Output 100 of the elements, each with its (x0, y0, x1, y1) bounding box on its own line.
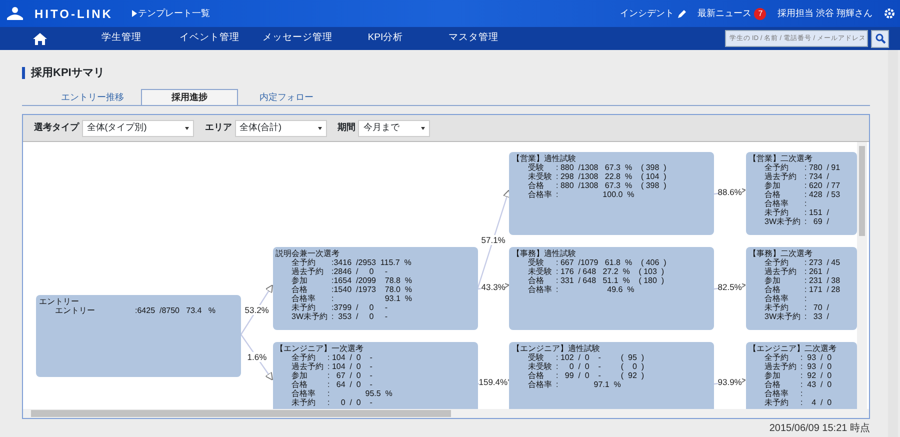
row-label: 過去予約 (292, 267, 324, 276)
row-value: : 64 / 0 - (328, 380, 374, 389)
select-field[interactable]: 今月まで (358, 120, 430, 136)
row-label: 受験 (528, 258, 545, 267)
home-icon[interactable] (32, 32, 48, 46)
row-value: :6425 /8750 73.4 % (135, 306, 216, 314)
tab[interactable]: 内定フォロー (238, 89, 335, 105)
node-title: 【エンジニア】二次選考 (748, 344, 838, 353)
template-link[interactable]: テンプレート一覧 (138, 6, 210, 20)
rate-label: 159.4% (478, 377, 508, 387)
row-value: : 171 / 28 (804, 285, 840, 294)
row-label: 合格 (292, 380, 308, 389)
vertical-scrollbar[interactable] (857, 142, 867, 409)
horizontal-scrollbar[interactable] (23, 409, 869, 418)
row-value: : 331 / 648 51.1 % ( 180 ) (556, 276, 666, 285)
row-value: : 667 /1079 61.8 % ( 406 ) (556, 258, 666, 267)
row-value: : 734 / (804, 172, 830, 181)
row-label: 参加 (292, 276, 308, 285)
row-label: 全予約 (764, 258, 790, 267)
row-label: 過去予約 (764, 362, 796, 371)
row-value: : 0 / 0 - ( 0 ) (556, 362, 644, 371)
nav-item[interactable]: KPI分析 (342, 31, 430, 46)
row-label: 受験 (528, 353, 545, 362)
row-value: : (804, 199, 808, 208)
row-label: 過去予約 (764, 172, 798, 181)
row-label: エントリー (55, 306, 95, 314)
row-value: : 43 / 0 (800, 380, 832, 389)
row-label: 合格率 (528, 285, 552, 294)
row-label: 合格率 (528, 190, 552, 199)
row-label: 合格 (528, 276, 545, 285)
pencil-icon[interactable] (676, 8, 687, 18)
row-label: 過去予約 (764, 267, 798, 276)
row-value: : 780 / 91 (804, 163, 840, 172)
row-label: 合格率 (528, 380, 552, 389)
row-label: 合格 (292, 285, 308, 294)
row-value: : 353 / 0 - (332, 312, 389, 321)
tab[interactable]: エントリー推移 (44, 89, 141, 105)
node-title: 説明会兼一次選考 (276, 249, 340, 258)
row-label: 過去予約 (292, 362, 324, 371)
row-value: : 880 /1308 67.3 % ( 398 ) (556, 181, 666, 190)
row-label: 3W未予約 (292, 312, 328, 321)
nav-item[interactable]: メッセージ管理 (254, 31, 342, 46)
row-label: 参加 (292, 371, 308, 380)
nav-item[interactable]: マスタ管理 (430, 31, 518, 46)
row-label: 3W未予約 (764, 312, 800, 321)
filter-label: 選考タイプ (34, 121, 79, 134)
row-value: : 102 / 0 - ( 95 ) (556, 353, 644, 362)
page-scrollbar[interactable] (888, 50, 898, 437)
row-label: 合格率 (764, 389, 790, 398)
incident-link[interactable]: インシデント (620, 6, 674, 20)
row-label: 合格 (528, 371, 545, 380)
settings-icon[interactable] (884, 8, 894, 19)
row-label: 全予約 (764, 353, 790, 362)
row-value: : 261 / (804, 267, 830, 276)
row-label: 全予約 (764, 163, 790, 172)
row-label: 合格 (528, 181, 545, 190)
connector-arrow (240, 334, 273, 380)
caret-icon (421, 126, 426, 130)
row-value: : 93 / 0 (800, 353, 832, 362)
filter-label: 期間 (338, 121, 356, 134)
row-value: : 100.0 % (556, 190, 636, 199)
node-title: 【営業】二次選考 (748, 154, 814, 163)
row-label: 未予約 (292, 303, 316, 312)
timestamp: 2015/06/09 15:21 時点 (769, 422, 870, 436)
rate-label: 57.1% (481, 234, 506, 244)
row-value: : (800, 389, 804, 398)
tab[interactable]: 採用進捗 (141, 89, 238, 105)
row-value: :3799 / 0 - (332, 303, 389, 312)
select-field[interactable]: 全体(合計) (234, 120, 326, 136)
row-label: 未予約 (764, 208, 790, 217)
row-label: 全予約 (292, 258, 316, 267)
nav-item[interactable]: 学生管理 (78, 31, 166, 46)
nav-item[interactable]: イベント管理 (166, 31, 254, 46)
node-title: 【事務】適性試験 (512, 249, 577, 258)
news-link[interactable]: 最新ニュース (698, 6, 752, 20)
select-field[interactable]: 全体(タイプ別) (82, 120, 194, 136)
row-value: :1654 /2099 78.8 % (332, 276, 412, 285)
row-value: : 620 / 77 (804, 181, 840, 190)
row-value: :3416 /2953 115.7 % (332, 258, 412, 267)
row-value: :2846 / 0 - (332, 267, 389, 276)
row-value: : 176 / 648 27.2 % ( 103 ) (556, 267, 666, 276)
row-value: : 104 / 0 - (328, 362, 374, 371)
search-button[interactable] (871, 30, 889, 48)
row-value: : 97.1 % (556, 380, 622, 389)
row-label: 3W未予約 (764, 217, 800, 226)
row-value: : (804, 294, 808, 303)
row-label: 未受験 (528, 172, 552, 181)
row-label: 参加 (764, 276, 782, 285)
news-count-badge: 7 (754, 8, 766, 20)
rate-label: 82.5% (718, 282, 742, 292)
row-label: 未受験 (528, 267, 552, 276)
row-value: : 92 / 0 (800, 371, 832, 380)
row-value: : 99 / 0 - ( 92 ) (556, 371, 644, 380)
row-value: :1540 /1973 78.0 % (332, 285, 412, 294)
row-value: : 70 / (804, 303, 830, 312)
row-label: 全予約 (292, 353, 316, 362)
row-label: 合格率 (764, 199, 790, 208)
row-value: : 231 / 38 (804, 276, 840, 285)
row-value: : 104 / 0 - (328, 353, 374, 362)
node-title: 【エンジニア】一次選考 (276, 344, 364, 353)
